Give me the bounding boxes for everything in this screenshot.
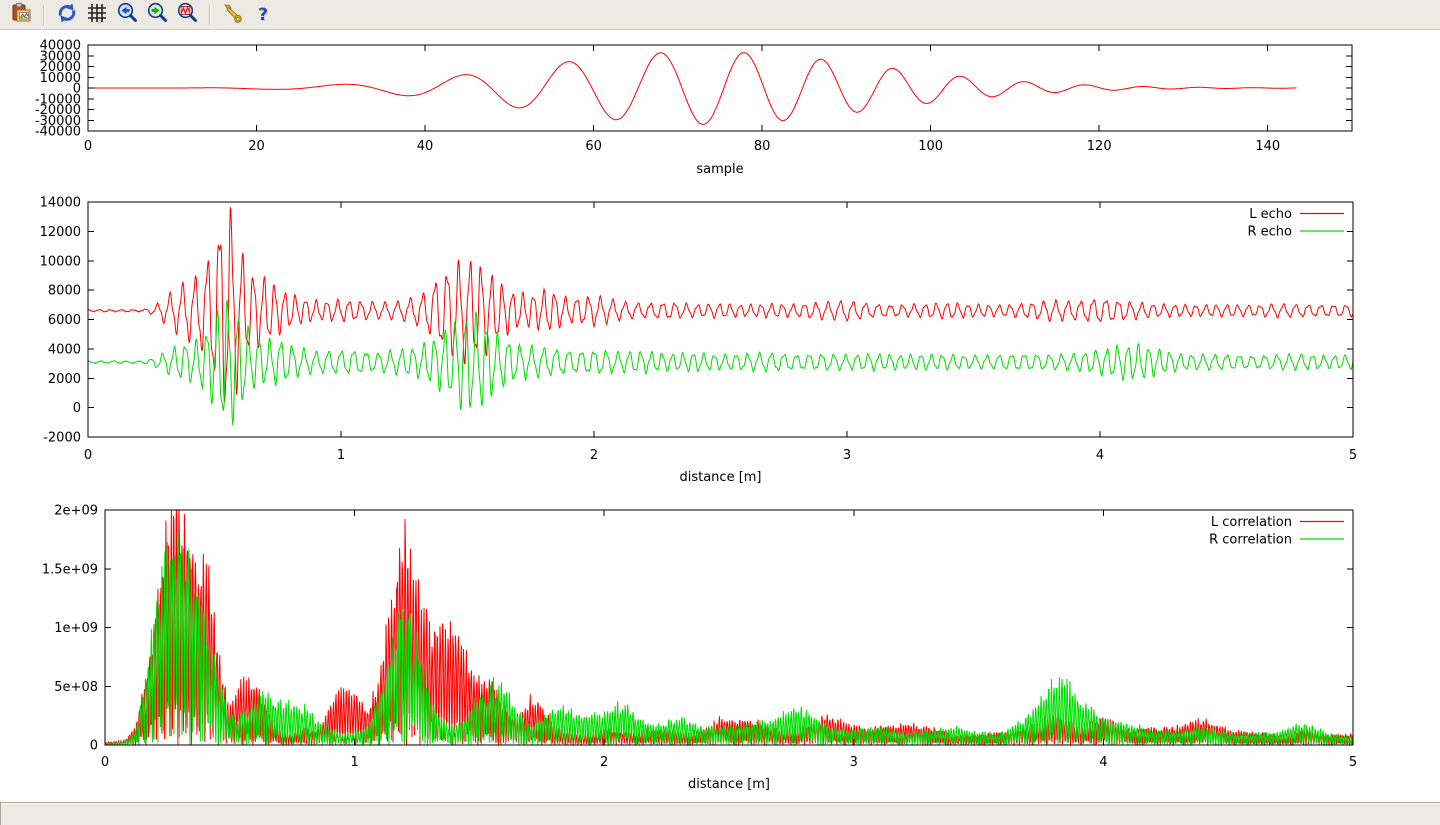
- y-tick-label: 1e+09: [54, 621, 98, 636]
- toolbar: ?: [0, 0, 1440, 30]
- zoom-previous-icon: [116, 2, 138, 28]
- toolbar-separator: [43, 5, 45, 25]
- series-chirp: [88, 53, 1296, 125]
- y-tick-label: 0: [90, 739, 98, 754]
- replot-button[interactable]: [53, 1, 81, 29]
- legend-label-l-correlation: L correlation: [1211, 515, 1292, 530]
- y-tick-label: 4000: [48, 342, 81, 357]
- status-bar: [0, 802, 1440, 825]
- zoom-next-button[interactable]: [143, 1, 171, 29]
- x-tick-label: 40: [417, 139, 434, 154]
- autoscale-button[interactable]: [173, 1, 201, 29]
- y-tick-label: 6000: [48, 313, 81, 328]
- chart-correlation[interactable]: 0 1 2 3 4 5 0 5e+08 1e+09 1.5e+09 2e+09 distance [m…: [42, 464, 1357, 793]
- gnuplot-window: ? 020406080100120140-40000-30000-20000-1…: [0, 0, 1440, 825]
- x-tick-label: 80: [754, 139, 771, 154]
- x-tick-label: 0: [84, 139, 92, 154]
- y-tick-label: 12000: [40, 225, 81, 240]
- x-tick-label: 60: [585, 139, 602, 154]
- x-tick-label: 100: [918, 139, 943, 154]
- x-tick-label: 4: [1096, 448, 1104, 463]
- x-tick-label: 1: [337, 448, 345, 463]
- legend-label-r-echo: R echo: [1247, 225, 1292, 240]
- x-tick-label: 4: [1099, 755, 1107, 770]
- help-button[interactable]: ?: [249, 1, 277, 29]
- plot-border: [105, 510, 1353, 745]
- series-l-correlation: [105, 464, 1353, 746]
- autoscale-icon: [176, 2, 198, 28]
- wrench-icon: [222, 2, 244, 28]
- x-tick-label: 0: [101, 755, 109, 770]
- x-tick-label: 5: [1349, 755, 1357, 770]
- legend-label-l-echo: L echo: [1249, 207, 1292, 222]
- zoom-next-icon: [146, 2, 168, 28]
- y-tick-label: 2e+09: [54, 504, 98, 519]
- y-tick-label: 14000: [40, 196, 81, 211]
- y-tick-label: 8000: [48, 284, 81, 299]
- y-tick-label: -2000: [43, 431, 81, 446]
- configure-button[interactable]: [219, 1, 247, 29]
- y-tick-label: 10000: [40, 254, 81, 269]
- grid-icon: [86, 2, 108, 28]
- y-tick-label: 5e+08: [54, 680, 98, 695]
- y-tick-label: 0: [73, 401, 81, 416]
- chart-chirp[interactable]: 020406080100120140-40000-30000-20000-100…: [35, 39, 1352, 178]
- copy-plot-icon: [10, 2, 32, 28]
- toolbar-separator: [209, 5, 211, 25]
- y-tick-label: 40000: [40, 39, 81, 54]
- x-tick-label: 140: [1255, 139, 1280, 154]
- x-axis-label: sample: [696, 162, 743, 177]
- legend-label-r-correlation: R correlation: [1209, 533, 1292, 548]
- x-tick-label: 5: [1349, 448, 1357, 463]
- charts-canvas[interactable]: 020406080100120140-40000-30000-20000-100…: [0, 31, 1440, 801]
- x-tick-label: 2: [590, 448, 598, 463]
- x-tick-label: 120: [1087, 139, 1112, 154]
- x-tick-label: 1: [350, 755, 358, 770]
- x-tick-label: 0: [84, 448, 92, 463]
- x-axis-label: distance [m]: [679, 470, 761, 485]
- x-tick-label: 2: [600, 755, 608, 770]
- series-l-echo: [88, 207, 1353, 402]
- help-icon: ?: [258, 5, 268, 25]
- chart-echo[interactable]: 012345-200002000400060008000100001200014…: [40, 196, 1358, 486]
- copy-plot-button[interactable]: [7, 1, 35, 29]
- x-tick-label: 20: [248, 139, 265, 154]
- series-r-correlation: [105, 534, 1353, 745]
- x-tick-label: 3: [850, 755, 858, 770]
- x-tick-label: 3: [843, 448, 851, 463]
- y-tick-label: 1.5e+09: [42, 562, 98, 577]
- x-axis-label: distance [m]: [688, 777, 770, 792]
- y-tick-label: 2000: [48, 372, 81, 387]
- replot-icon: [56, 2, 78, 28]
- zoom-previous-button[interactable]: [113, 1, 141, 29]
- grid-button[interactable]: [83, 1, 111, 29]
- plot-surface[interactable]: 020406080100120140-40000-30000-20000-100…: [0, 31, 1440, 801]
